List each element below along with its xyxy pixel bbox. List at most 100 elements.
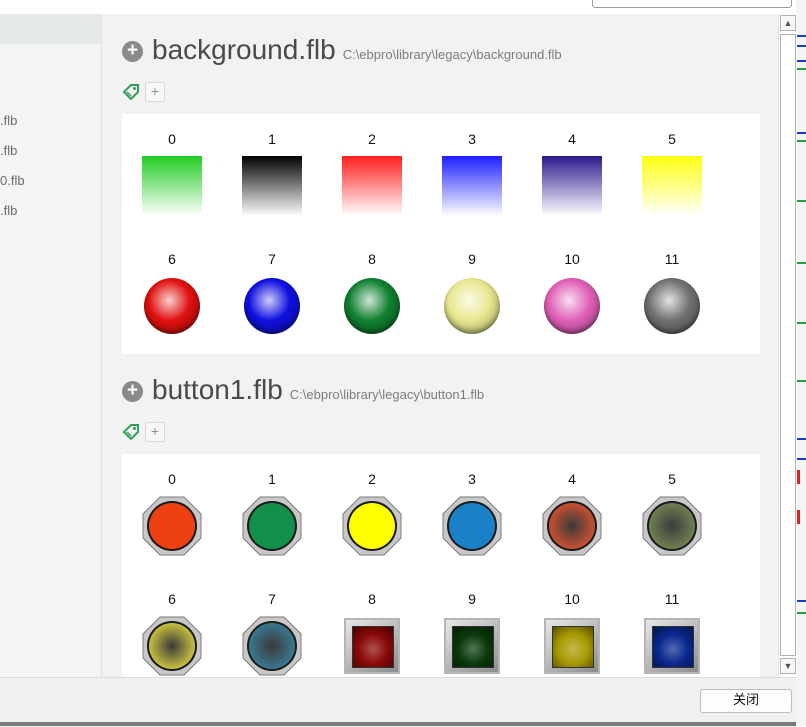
library-item-label: 3 <box>468 471 476 487</box>
library-item-label: 4 <box>568 131 576 147</box>
button-face <box>349 503 395 549</box>
library-item[interactable]: 9 <box>442 251 502 339</box>
button-face <box>549 503 595 549</box>
library-item[interactable]: 2 <box>342 131 402 219</box>
library-item-label: 1 <box>268 131 276 147</box>
sphere-shape <box>144 278 200 334</box>
octagon-button-shape <box>242 496 302 556</box>
library-path: C:\ebpro\library\legacy\button1.flb <box>289 387 485 402</box>
octagon-button-swatch <box>342 496 402 556</box>
library-item[interactable]: 0 <box>142 131 202 219</box>
bg-line <box>796 612 806 614</box>
gradient-swatch <box>142 156 202 216</box>
library-item-label: 8 <box>368 591 376 607</box>
sphere-swatch <box>242 276 302 336</box>
bg-line <box>796 35 806 37</box>
library-item-label: 6 <box>168 251 176 267</box>
square-button-face <box>552 626 594 668</box>
library-item[interactable]: 4 <box>542 131 602 219</box>
library-item-label: 9 <box>468 251 476 267</box>
library-list-item[interactable]: 0.flb <box>0 173 25 188</box>
tag-icon[interactable] <box>122 83 140 101</box>
scroll-up-button[interactable]: ▲ <box>780 15 796 31</box>
library-item[interactable]: 7 <box>242 251 302 339</box>
library-item[interactable]: 8 <box>342 251 402 339</box>
octagon-button-swatch <box>142 496 202 556</box>
gradient-swatch <box>542 156 602 216</box>
library-item[interactable]: 11 <box>642 591 702 677</box>
library-item-label: 2 <box>368 131 376 147</box>
library-item-label: 8 <box>368 251 376 267</box>
square-button-swatch <box>342 616 402 676</box>
bg-line <box>796 68 806 70</box>
library-item[interactable]: 1 <box>242 131 302 219</box>
library-list-item[interactable]: .flb <box>0 113 17 128</box>
library-list-item[interactable]: .flb <box>0 143 17 158</box>
library-item[interactable]: 4 <box>542 471 602 559</box>
plus-circle-icon[interactable]: + <box>122 41 143 62</box>
square-bezel <box>644 618 700 674</box>
library-item[interactable]: 10 <box>542 251 602 339</box>
square-bezel <box>444 618 500 674</box>
octagon-button-swatch <box>542 496 602 556</box>
top-input[interactable] <box>592 0 792 8</box>
library-item[interactable]: 9 <box>442 591 502 677</box>
library-item-label: 2 <box>368 471 376 487</box>
library-path: C:\ebpro\library\legacy\background.flb <box>342 47 562 62</box>
library-item[interactable]: 5 <box>642 471 702 559</box>
taskbar-edge <box>0 722 796 726</box>
library-item[interactable]: 11 <box>642 251 702 339</box>
plus-circle-icon[interactable]: + <box>122 381 143 402</box>
add-tag-button[interactable]: + <box>145 422 165 442</box>
bg-line <box>796 600 806 602</box>
library-item[interactable]: 6 <box>142 591 202 677</box>
octagon-button-shape <box>242 616 302 676</box>
square-button-face <box>452 626 494 668</box>
library-item-label: 7 <box>268 251 276 267</box>
library-item[interactable]: 2 <box>342 471 402 559</box>
library-header: + background.flb C:\ebpro\library\legacy… <box>122 34 562 70</box>
button-face <box>149 623 195 669</box>
library-item[interactable]: 10 <box>542 591 602 677</box>
scroll-down-button[interactable]: ▼ <box>780 658 796 674</box>
library-item[interactable]: 1 <box>242 471 302 559</box>
library-item-label: 5 <box>668 131 676 147</box>
library-items-card: 0 1 2 3 4 5 6 7 8 9 10 11 <box>122 114 760 354</box>
library-item[interactable]: 6 <box>142 251 202 339</box>
library-header: + button1.flb C:\ebpro\library\legacy\bu… <box>122 374 484 410</box>
gradient-swatch <box>442 156 502 216</box>
library-items-card: 0 1 2 3 4 5 6 7 8 9 10 11 <box>122 454 760 677</box>
library-item[interactable]: 5 <box>642 131 702 219</box>
library-item[interactable]: 7 <box>242 591 302 677</box>
library-item-label: 10 <box>564 591 580 607</box>
octagon-button-shape <box>142 616 202 676</box>
bg-line <box>796 132 806 134</box>
scrollbar-thumb[interactable] <box>780 34 796 656</box>
bg-line <box>796 380 806 382</box>
library-item[interactable]: 3 <box>442 471 502 559</box>
dialog-footer: 关闭 <box>0 677 796 727</box>
library-title: button1.flb <box>152 374 283 405</box>
library-item-label: 10 <box>564 251 580 267</box>
bg-line <box>796 322 806 324</box>
octagon-button-swatch <box>442 496 502 556</box>
library-item[interactable]: 8 <box>342 591 402 677</box>
octagon-button-shape <box>442 496 502 556</box>
add-tag-button[interactable]: + <box>145 82 165 102</box>
library-content-area: + background.flb C:\ebpro\library\legacy… <box>102 14 778 677</box>
vertical-scrollbar[interactable]: ▲ ▼ <box>778 14 797 677</box>
tag-icon[interactable] <box>122 423 140 441</box>
bg-line <box>796 140 806 142</box>
dialog-top-bar <box>0 0 796 15</box>
library-item[interactable]: 3 <box>442 131 502 219</box>
sphere-swatch <box>142 276 202 336</box>
library-item-label: 0 <box>168 471 176 487</box>
close-button[interactable]: 关闭 <box>700 689 792 713</box>
library-list-selected-item[interactable] <box>0 14 101 44</box>
library-dialog: .flb .flb 0.flb .flb + background.flb C:… <box>0 0 797 727</box>
background-window-edge <box>796 0 806 726</box>
square-button-face <box>352 626 394 668</box>
library-item[interactable]: 0 <box>142 471 202 559</box>
library-item-label: 5 <box>668 471 676 487</box>
library-list-item[interactable]: .flb <box>0 203 17 218</box>
